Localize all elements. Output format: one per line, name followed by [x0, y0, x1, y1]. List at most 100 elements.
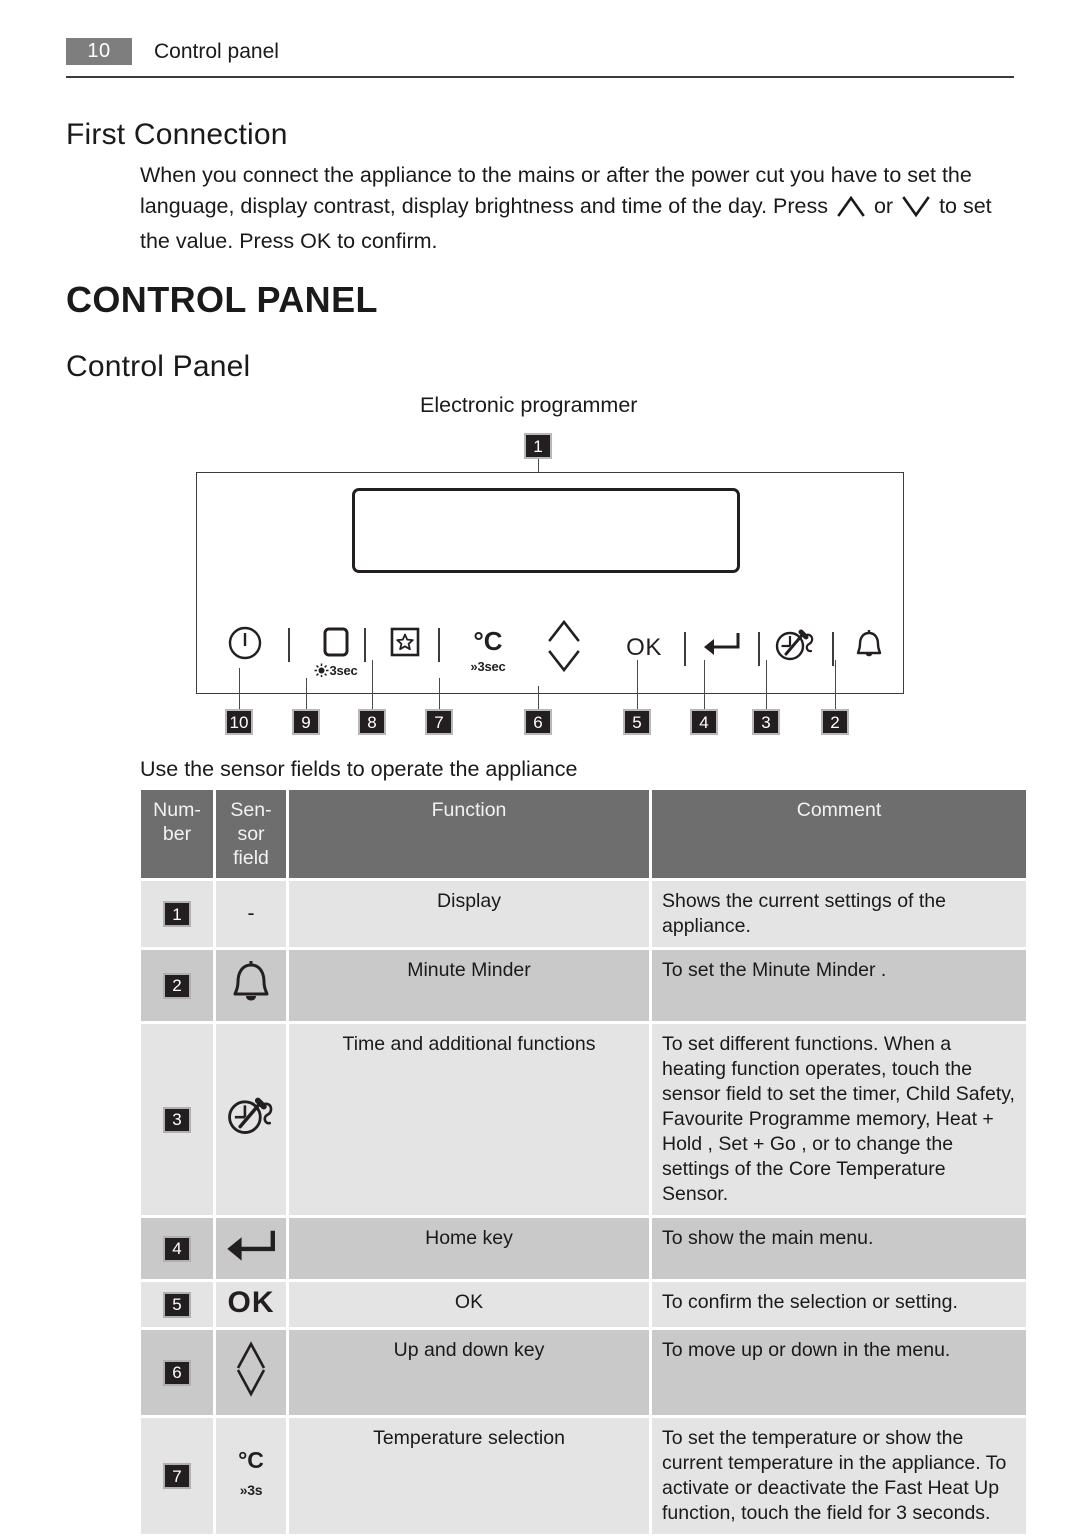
sensor-field-lamp[interactable]: 3sec: [306, 626, 366, 678]
row-number-badge: 4: [163, 1235, 191, 1262]
first-connection-text-or: or: [873, 194, 894, 218]
sensor-field-row: 3sec °C »3sec OK: [196, 612, 904, 682]
table-row: 5 OK OK To confirm the selection or sett…: [141, 1282, 1026, 1327]
display-screen: [352, 488, 740, 573]
sensor-none-dash: -: [247, 902, 255, 925]
column-header-number: Num- ber: [141, 790, 213, 878]
callout-10-leader: [239, 668, 240, 709]
row-number-cell: 3: [141, 1024, 213, 1215]
sensor-divider: [438, 628, 440, 662]
callout-1: 1: [524, 433, 552, 459]
callout-9-leader: [306, 678, 307, 709]
row-function-cell: Minute Minder: [289, 950, 649, 1021]
row-function-cell: Up and down key: [289, 1330, 649, 1415]
bell-icon: [856, 630, 882, 657]
callout-6-leader: [538, 686, 539, 709]
table-row: 4 Home key To show the main menu.: [141, 1218, 1026, 1279]
callout-7-leader: [439, 678, 440, 709]
callout-8-leader: [372, 660, 373, 709]
row-number-badge: 1: [163, 901, 191, 927]
control-panel-subsection-heading: Control Panel: [66, 350, 251, 383]
callout-2-leader: [835, 660, 836, 709]
table-row: 6 Up and down key To move up or down in …: [141, 1330, 1026, 1415]
sensor-field-ok[interactable]: OK: [610, 634, 678, 662]
up-down-diamond-icon: [236, 1341, 266, 1397]
sensor-fields-instruction: Use the sensor fields to operate the app…: [140, 757, 578, 781]
ok-label: OK: [626, 634, 662, 661]
row-function-cell: Time and additional functions: [289, 1024, 649, 1215]
first-connection-heading: First Connection: [66, 118, 288, 151]
sensor-field-time-functions[interactable]: [768, 626, 824, 669]
callout-10: 10: [225, 709, 253, 735]
callout-4: 4: [690, 709, 718, 735]
row-comment-cell: To set the Minute Minder .: [652, 950, 1026, 1021]
row-comment-cell: To set different functions. When a heati…: [652, 1024, 1026, 1215]
header-divider: [66, 76, 1014, 78]
page-number-badge: 10: [66, 38, 132, 65]
sensor-field-power[interactable]: [222, 624, 268, 667]
row-comment-cell: To confirm the selection or setting.: [652, 1282, 1026, 1327]
clock-probe-icon: [228, 1097, 273, 1134]
row-comment-cell: To set the temperature or show the curre…: [652, 1418, 1026, 1534]
column-header-comment: Comment: [652, 790, 1026, 878]
row-comment-cell: Shows the current settings of the applia…: [652, 881, 1026, 947]
row-number-cell: 6: [141, 1330, 213, 1415]
callout-4-leader: [704, 660, 705, 709]
callout-6: 6: [524, 709, 552, 735]
column-header-sensor-field: Sen- sor field: [216, 790, 286, 878]
row-sensor-cell: OK: [216, 1282, 286, 1327]
sensor-divider: [364, 628, 366, 662]
callout-7: 7: [425, 709, 453, 735]
sensor-field-up-down[interactable]: [514, 614, 614, 683]
sensor-field-home[interactable]: [696, 630, 748, 663]
running-header: 10 Control panel: [66, 38, 1014, 65]
row-number-badge: 2: [163, 972, 191, 999]
header-title: Control panel: [154, 39, 279, 63]
table-row: 1 - Display Shows the current settings o…: [141, 881, 1026, 947]
row-sensor-cell: [216, 1218, 286, 1279]
table-row: 2 Minute Minder To set the Minute Minder…: [141, 950, 1026, 1021]
row-number-badge: 6: [163, 1359, 191, 1386]
row-sensor-cell: [216, 1024, 286, 1215]
table-header-row: Num- ber Sen- sor field Function Comment: [141, 790, 1026, 878]
table-row: 3 Time and additional functions To set d…: [141, 1024, 1026, 1215]
clock-probe-icon: [775, 629, 814, 661]
row-number-cell: 2: [141, 950, 213, 1021]
up-down-chevron-icon: [548, 619, 580, 673]
callout-5-leader: [637, 660, 638, 709]
sensor-field-minute-minder[interactable]: [844, 628, 894, 667]
row-number-badge: 5: [163, 1291, 191, 1318]
chevron-up-icon: [837, 195, 865, 226]
row-sensor-cell: °C »3s: [216, 1418, 286, 1534]
chevron-down-icon: [902, 195, 930, 226]
sensor-field-favourite[interactable]: [382, 626, 428, 665]
callout-2: 2: [821, 709, 849, 735]
home-return-arrow-icon: [704, 633, 740, 655]
first-connection-paragraph: When you connect the appliance to the ma…: [140, 160, 1012, 257]
row-number-cell: 5: [141, 1282, 213, 1327]
row-sensor-cell: [216, 950, 286, 1021]
row-sensor-cell: [216, 1330, 286, 1415]
row-number-cell: 7: [141, 1418, 213, 1534]
row-number-badge: 3: [163, 1106, 191, 1133]
row-function-cell: Temperature selection: [289, 1418, 649, 1534]
callout-3-leader: [766, 660, 767, 709]
row-number-badge: 7: [163, 1463, 191, 1489]
star-in-box-icon: [390, 627, 420, 657]
table-row: 7 °C »3s Temperature selection To set th…: [141, 1418, 1026, 1534]
row-comment-cell: To show the main menu.: [652, 1218, 1026, 1279]
row-number-cell: 1: [141, 881, 213, 947]
row-function-cell: Display: [289, 881, 649, 947]
document-page: 10 Control panel First Connection When y…: [0, 0, 1080, 1534]
sensor-divider: [832, 632, 834, 666]
callout-9: 9: [292, 709, 320, 735]
row-function-cell: OK: [289, 1282, 649, 1327]
row-comment-cell: To move up or down in the menu.: [652, 1330, 1026, 1415]
sensor-fields-table: Num- ber Sen- sor field Function Comment…: [138, 787, 1029, 1537]
degree-celsius-icon: °C »3s: [226, 1449, 276, 1503]
lamp-icon: [314, 663, 329, 677]
row-number-cell: 4: [141, 1218, 213, 1279]
bell-icon: [233, 961, 269, 1001]
diagram-caption: Electronic programmer: [420, 393, 638, 417]
sensor-divider: [288, 628, 290, 662]
